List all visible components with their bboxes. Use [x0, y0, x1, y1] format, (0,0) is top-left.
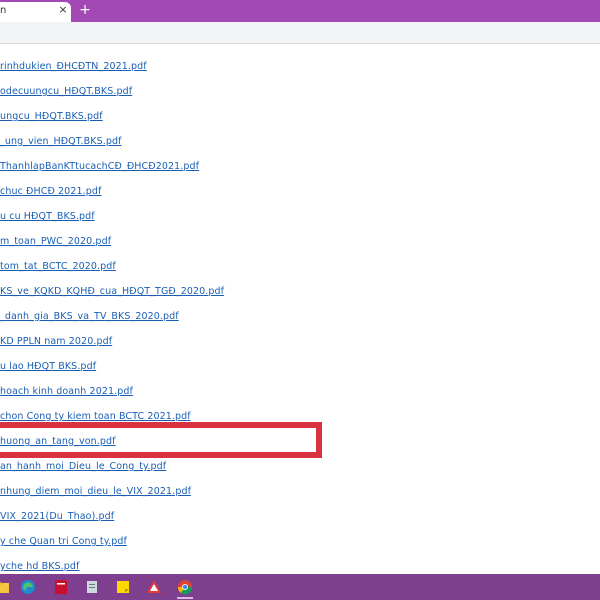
- list-item: an_hanh_moi_Dieu_le_Cong_ty.pdf: [0, 457, 224, 482]
- file-link[interactable]: ThanhlapBanKTtucachCĐ_ĐHCĐ2021.pdf: [0, 161, 199, 172]
- file-link[interactable]: odecuungcu_HĐQT.BKS.pdf: [0, 86, 132, 97]
- taskbar: [0, 574, 600, 600]
- file-link[interactable]: tom_tat_BCTC_2020.pdf: [0, 261, 116, 272]
- list-item: KD PPLN nam 2020.pdf: [0, 332, 224, 357]
- list-item: u cu HĐQT_BKS.pdf: [0, 207, 224, 232]
- file-link[interactable]: m_toan_PWC_2020.pdf: [0, 236, 111, 247]
- list-item: m_toan_PWC_2020.pdf: [0, 232, 224, 257]
- list-item: nhung_diem_moi_dieu_le_VIX_2021.pdf: [0, 482, 224, 507]
- list-item: ungcu_HĐQT.BKS.pdf: [0, 107, 224, 132]
- edge-browser-icon[interactable]: [20, 579, 36, 595]
- list-item: hoach kinh doanh 2021.pdf: [0, 382, 224, 407]
- pdf-reader-icon[interactable]: [53, 579, 69, 595]
- file-link[interactable]: ungcu_HĐQT.BKS.pdf: [0, 111, 103, 122]
- list-item: rinhdukien_ĐHCĐTN_2021.pdf: [0, 57, 224, 82]
- list-item: _ung_vien_HĐQT.BKS.pdf: [0, 132, 224, 157]
- new-tab-button[interactable]: +: [78, 2, 92, 18]
- office-app-icon[interactable]: [146, 579, 162, 595]
- file-link[interactable]: _danh_gia_BKS_va_TV_BKS_2020.pdf: [0, 311, 179, 322]
- browser-toolbar: [0, 22, 600, 44]
- file-link[interactable]: u cu HĐQT_BKS.pdf: [0, 211, 95, 222]
- file-link[interactable]: u lao HĐQT BKS.pdf: [0, 361, 96, 372]
- file-link[interactable]: KD PPLN nam 2020.pdf: [0, 336, 112, 347]
- browser-tab-strip: n × +: [0, 0, 600, 22]
- list-item: huong_an_tang_von.pdf: [0, 432, 224, 457]
- file-explorer-icon[interactable]: [0, 579, 10, 595]
- close-icon[interactable]: ×: [58, 4, 68, 15]
- file-link[interactable]: _ung_vien_HĐQT.BKS.pdf: [0, 136, 122, 147]
- file-link[interactable]: VIX_2021(Du_Thao).pdf: [0, 511, 114, 522]
- notepad-icon[interactable]: [84, 579, 100, 595]
- directory-listing: rinhdukien_ĐHCĐTN_2021.pdf odecuungcu_HĐ…: [0, 44, 600, 574]
- list-item: chuc ĐHCĐ 2021.pdf: [0, 182, 224, 207]
- file-link[interactable]: nhung_diem_moi_dieu_le_VIX_2021.pdf: [0, 486, 191, 497]
- browser-tab-active[interactable]: n ×: [0, 2, 71, 22]
- list-item: KS_ve_KQKD_KQHĐ_cua_HĐQT_TGĐ_2020.pdf: [0, 282, 224, 307]
- file-link[interactable]: huong_an_tang_von.pdf: [0, 436, 116, 447]
- list-item: odecuungcu_HĐQT.BKS.pdf: [0, 82, 224, 107]
- active-app-indicator: [177, 597, 193, 599]
- file-link[interactable]: hoach kinh doanh 2021.pdf: [0, 386, 133, 397]
- list-item: tom_tat_BCTC_2020.pdf: [0, 257, 224, 282]
- list-item: ThanhlapBanKTtucachCĐ_ĐHCĐ2021.pdf: [0, 157, 224, 182]
- sticky-notes-icon[interactable]: [115, 579, 131, 595]
- file-link[interactable]: rinhdukien_ĐHCĐTN_2021.pdf: [0, 61, 147, 72]
- tab-title: n: [0, 5, 7, 16]
- file-link[interactable]: an_hanh_moi_Dieu_le_Cong_ty.pdf: [0, 461, 166, 472]
- file-list: rinhdukien_ĐHCĐTN_2021.pdf odecuungcu_HĐ…: [0, 57, 224, 574]
- list-item: y che Quan tri Cong ty.pdf: [0, 532, 224, 557]
- list-item: yche hd BKS.pdf: [0, 557, 224, 574]
- file-link[interactable]: y che Quan tri Cong ty.pdf: [0, 536, 127, 547]
- file-link[interactable]: chon Cong ty kiem toan BCTC 2021.pdf: [0, 411, 191, 422]
- file-link[interactable]: KS_ve_KQKD_KQHĐ_cua_HĐQT_TGĐ_2020.pdf: [0, 286, 224, 297]
- list-item: _danh_gia_BKS_va_TV_BKS_2020.pdf: [0, 307, 224, 332]
- list-item: VIX_2021(Du_Thao).pdf: [0, 507, 224, 532]
- file-link[interactable]: chuc ĐHCĐ 2021.pdf: [0, 186, 101, 197]
- list-item: chon Cong ty kiem toan BCTC 2021.pdf: [0, 407, 224, 432]
- file-link[interactable]: yche hd BKS.pdf: [0, 561, 80, 572]
- list-item: u lao HĐQT BKS.pdf: [0, 357, 224, 382]
- chrome-icon[interactable]: [177, 579, 193, 595]
